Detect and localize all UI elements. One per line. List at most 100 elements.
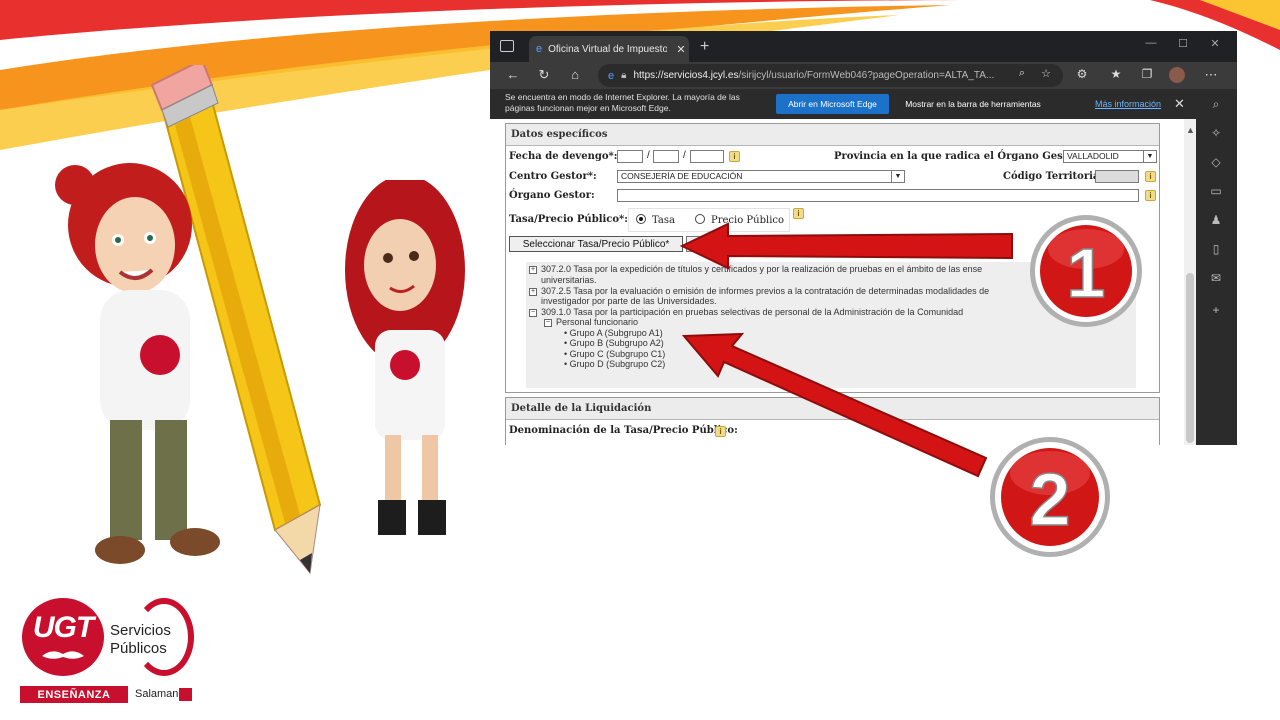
collapse-icon[interactable]: − <box>529 308 537 317</box>
cartoon-woman-right <box>345 180 465 535</box>
tree-leaf-grupo-a[interactable]: • Grupo A (Subgrupo A1) <box>564 328 663 338</box>
tree-item[interactable]: +307.2.5 Tasa por la evaluación o emisió… <box>529 286 989 296</box>
browser-toolbar: ← ↻ ⌂ e 🔒︎ https://servicios4.jcyl.es/si… <box>490 62 1237 89</box>
collections-icon[interactable]: ❐ <box>1138 67 1156 81</box>
ugt-logo-text: UGT <box>32 611 94 644</box>
tasa-precio-label: Tasa/Precio Público*: <box>509 214 628 225</box>
badge-number-2: 2 <box>1029 458 1070 541</box>
codigo-territorial-label: Código Territorial: <box>1003 171 1107 182</box>
minimize-button[interactable]: — <box>1141 37 1161 49</box>
refresh-icon[interactable]: ↻ <box>535 67 553 83</box>
tree-leaf-grupo-c[interactable]: • Grupo C (Subgrupo C1) <box>564 349 665 359</box>
extensions-icon[interactable]: ⚙ <box>1073 67 1091 81</box>
info-icon[interactable]: i <box>793 208 804 219</box>
step-badge-1: 1 <box>1030 215 1142 327</box>
radio-tasa[interactable] <box>636 214 646 224</box>
fecha-day-input[interactable] <box>617 150 643 163</box>
info-icon[interactable]: i <box>1145 171 1156 182</box>
provincia-label: Provincia en la que radica el Órgano Ges… <box>834 151 1089 162</box>
tree-item-label: 309.1.0 Tasa por la participación en pru… <box>541 307 964 317</box>
search-icon[interactable]: ⌕ <box>1208 97 1224 113</box>
info-icon[interactable]: i <box>1145 190 1156 201</box>
scroll-thumb[interactable] <box>1186 273 1194 443</box>
tree-item: universitarias. <box>541 275 597 285</box>
menu-icon[interactable]: ⋯ <box>1202 67 1220 83</box>
home-icon[interactable]: ⌂ <box>566 67 584 82</box>
chevron-down-icon: ▼ <box>891 171 904 182</box>
tree-item: investigador por parte de las Universida… <box>541 296 717 306</box>
url-host: https://servicios4.jcyl.es <box>633 70 739 81</box>
tab-close-icon[interactable]: ✕ <box>673 43 689 56</box>
logo-square <box>179 688 192 701</box>
zoom-icon[interactable]: ⌕ <box>1013 67 1031 80</box>
radio-tasa-label: Tasa <box>652 215 675 226</box>
tree-item-label: universitarias. <box>541 275 597 285</box>
outlook-icon[interactable]: ✉ <box>1208 271 1224 287</box>
close-window-button[interactable]: ✕ <box>1205 37 1225 50</box>
tree-item[interactable]: −309.1.0 Tasa por la participación en pr… <box>529 307 963 317</box>
back-icon[interactable]: ← <box>504 67 522 82</box>
profile-avatar[interactable] <box>1169 67 1185 83</box>
page-scrollbar[interactable]: ▲ <box>1184 119 1196 445</box>
sparkle-icon[interactable]: ✧ <box>1208 126 1224 142</box>
logo-publicos: Públicos <box>110 640 167 657</box>
tree-item[interactable]: − Personal funcionario <box>544 317 638 327</box>
scroll-up-icon[interactable]: ▲ <box>1186 125 1195 135</box>
show-in-toolbar-button[interactable]: Mostrar en la barra de herramientas <box>898 94 1048 114</box>
handshake-icon <box>42 651 84 659</box>
tab-title: Oficina Virtual de Impuestos Aut <box>548 43 667 55</box>
arrow-2 <box>681 332 988 478</box>
open-in-edge-button[interactable]: Abrir en Microsoft Edge <box>776 94 889 114</box>
cartoon-woman-left <box>55 163 220 564</box>
office-icon[interactable]: ▯ <box>1208 242 1224 258</box>
infobar-close-icon[interactable]: ✕ <box>1174 96 1185 112</box>
codigo-territorial-input <box>1095 170 1139 183</box>
new-tab-button[interactable]: + <box>700 38 709 56</box>
logo-ensenanza: ENSEÑANZA <box>20 686 128 703</box>
info-icon[interactable]: i <box>729 151 740 162</box>
tree-item-label: Personal funcionario <box>556 317 639 327</box>
provincia-select[interactable]: VALLADOLID ▼ <box>1063 150 1157 163</box>
expand-icon[interactable]: + <box>529 287 537 296</box>
section-title: Datos específicos <box>506 124 1159 146</box>
fecha-devengo-label: Fecha de devengo*: <box>509 151 618 162</box>
provincia-value: VALLADOLID <box>1067 151 1119 161</box>
maximize-button[interactable]: ☐ <box>1173 37 1193 50</box>
tab-actions-icon[interactable] <box>500 40 514 52</box>
ie-mode-icon: e <box>608 69 615 82</box>
favorite-add-icon[interactable]: ☆ <box>1037 67 1055 80</box>
address-bar[interactable]: e 🔒︎ https://servicios4.jcyl.es/sirijcyl… <box>598 64 1063 87</box>
fecha-year-input[interactable] <box>690 150 724 163</box>
centro-gestor-select[interactable]: CONSEJERÍA DE EDUCACIÓN ▼ <box>617 170 905 183</box>
select-tasa-button[interactable]: Seleccionar Tasa/Precio Público* <box>509 236 683 252</box>
tree-leaf-grupo-d[interactable]: • Grupo D (Subgrupo C2) <box>564 359 665 369</box>
url-path: /sirijcyl/usuario/FormWeb046?pageOperati… <box>738 70 995 81</box>
collapse-icon[interactable]: − <box>544 318 552 327</box>
badge-number-1: 1 <box>1067 234 1106 312</box>
tab-bar: e Oficina Virtual de Impuestos Aut ✕ + —… <box>490 31 1237 62</box>
tag-icon[interactable]: ◇ <box>1208 155 1224 171</box>
tree-leaf-grupo-b[interactable]: • Grupo B (Subgrupo A2) <box>564 338 664 348</box>
lock-icon: 🔒︎ <box>621 70 627 81</box>
people-icon[interactable]: ♟ <box>1208 213 1224 229</box>
infobar-message: Se encuentra en modo de Internet Explore… <box>505 92 740 113</box>
logo-servicios: Servicios <box>110 622 171 639</box>
expand-icon[interactable]: + <box>529 265 537 274</box>
more-info-link[interactable]: Más información <box>1095 99 1161 109</box>
organo-gestor-label: Órgano Gestor: <box>509 190 595 201</box>
date-separator: / <box>683 150 686 161</box>
chevron-down-icon: ▼ <box>1143 151 1156 162</box>
ie-mode-icon: e <box>536 43 543 55</box>
ie-mode-infobar: Se encuentra en modo de Internet Explore… <box>490 89 1196 119</box>
add-icon[interactable]: + <box>1208 303 1224 319</box>
centro-gestor-label: Centro Gestor*: <box>509 171 597 182</box>
centro-gestor-value: CONSEJERÍA DE EDUCACIÓN <box>621 171 743 181</box>
favorites-icon[interactable]: ★ <box>1107 67 1125 81</box>
tab-oficina-virtual[interactable]: e Oficina Virtual de Impuestos Aut ✕ <box>529 36 689 62</box>
fecha-month-input[interactable] <box>653 150 679 163</box>
edge-sidebar: ⌕ ✧ ◇ ▭ ♟ ▯ ✉ + <box>1196 89 1237 445</box>
briefcase-icon[interactable]: ▭ <box>1208 184 1224 200</box>
slide: e Oficina Virtual de Impuestos Aut ✕ + —… <box>0 0 1280 720</box>
organo-gestor-input[interactable] <box>617 189 1139 202</box>
tree-item-label: investigador por parte de las Universida… <box>541 296 717 306</box>
